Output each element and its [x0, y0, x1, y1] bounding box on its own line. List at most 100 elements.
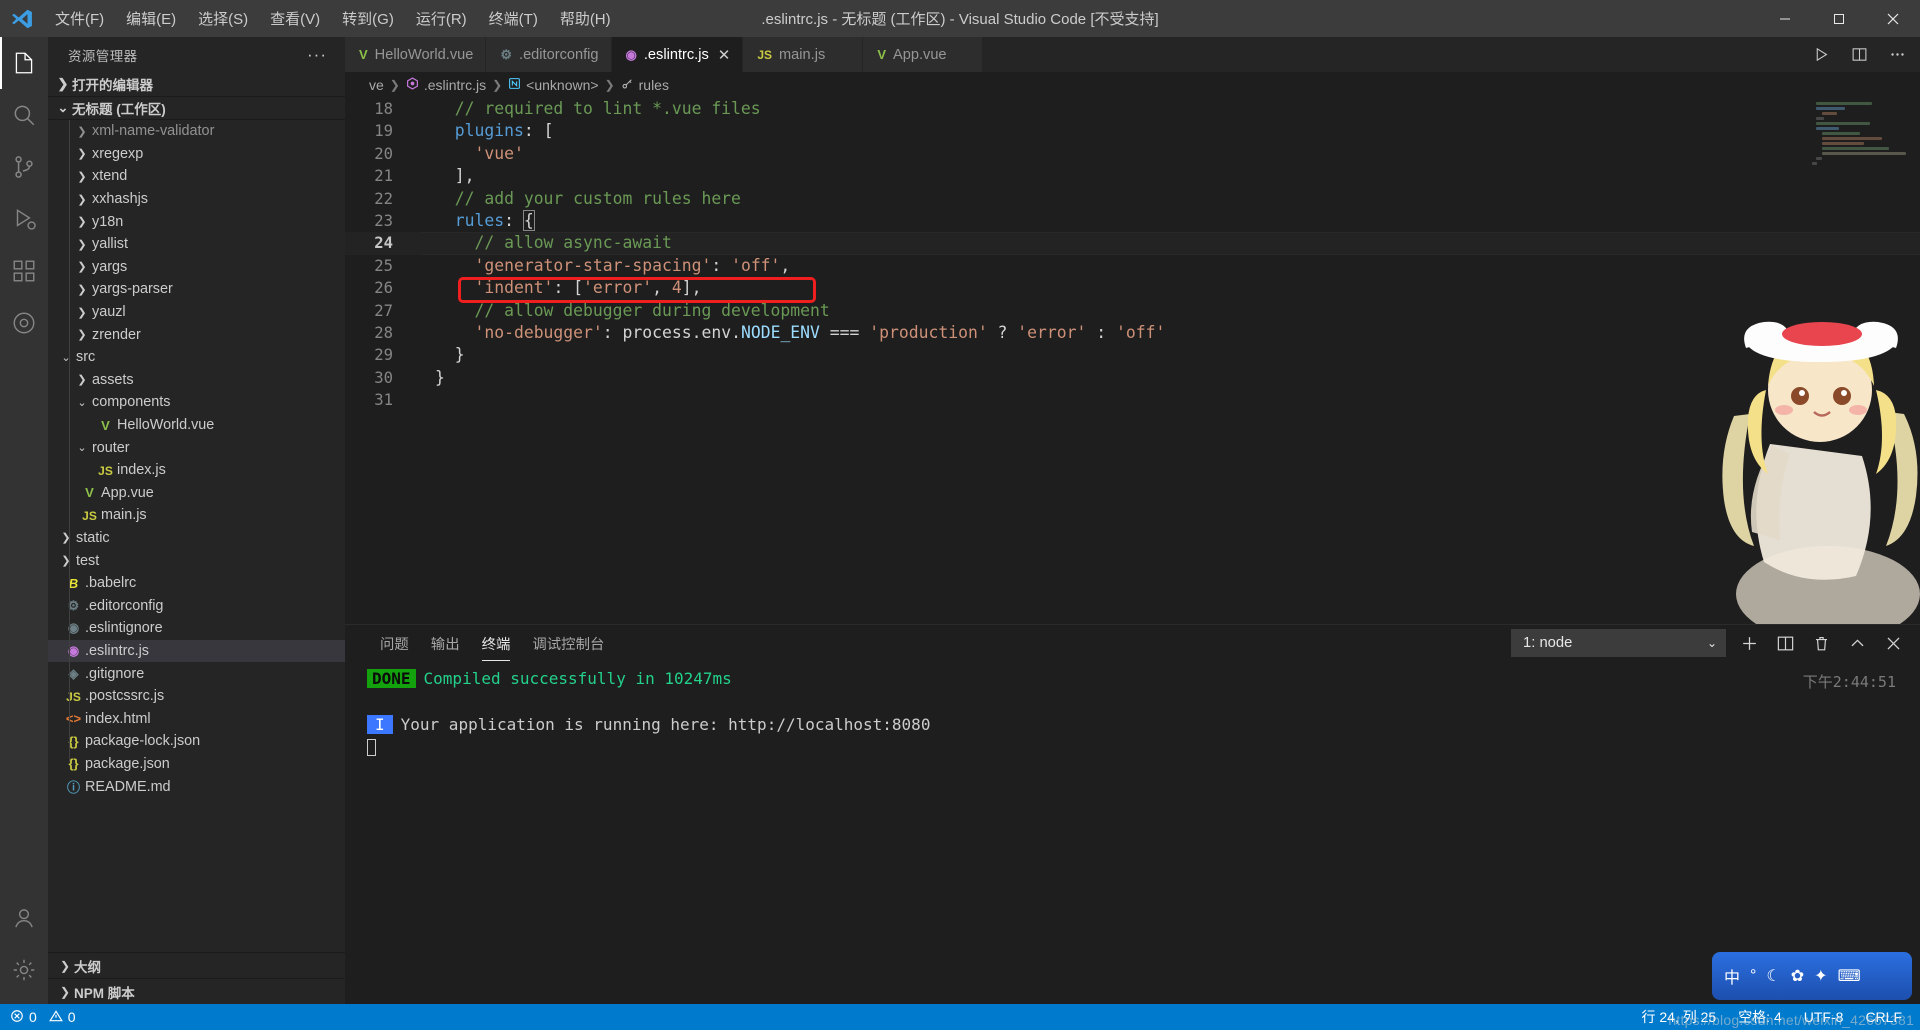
tree-folder-row[interactable]: ❯ yargs-parser	[48, 278, 345, 301]
tree-file-row[interactable]: JS index.js	[48, 459, 345, 482]
tree-folder-row[interactable]: ❯ xxhashjs	[48, 188, 345, 211]
tree-file-row[interactable]: ◉ .eslintignore	[48, 617, 345, 640]
tree-folder-row[interactable]: ❯ yauzl	[48, 301, 345, 324]
tree-folder-row[interactable]: ❯ static	[48, 527, 345, 550]
panel-tab-output[interactable]: 输出	[420, 633, 471, 661]
section-open-editors[interactable]: ❯ 打开的编辑器	[48, 72, 345, 96]
tree-file-row[interactable]: ⓘ README.md	[48, 775, 345, 798]
tree-folder-row[interactable]: ⌄ components	[48, 391, 345, 414]
code-line[interactable]: 25 'generator-star-spacing': 'off',	[345, 255, 1920, 277]
code-line[interactable]: 19 plugins: [	[345, 120, 1920, 142]
tree-folder-row[interactable]: ❯ yallist	[48, 233, 345, 256]
menu-bar[interactable]: 文件(F) 编辑(E) 选择(S) 查看(V) 转到(G) 运行(R) 终端(T…	[44, 0, 622, 37]
split-terminal-button[interactable]	[1772, 630, 1798, 656]
tree-folder-row[interactable]: ❯ test	[48, 549, 345, 572]
code-line[interactable]: 30}	[345, 367, 1920, 389]
code-line[interactable]: 24 // allow async-await	[345, 232, 1920, 256]
tree-file-row[interactable]: <> index.html	[48, 707, 345, 730]
menu-terminal[interactable]: 终端(T)	[478, 0, 549, 37]
account-icon[interactable]	[0, 892, 48, 944]
ime-language-bar[interactable]: 中 ° ☾ ✿ ✦ ⌨	[1712, 952, 1912, 1000]
panel-tab-terminal[interactable]: 终端	[471, 633, 522, 661]
tree-file-row[interactable]: JS main.js	[48, 504, 345, 527]
code-lines[interactable]: 18 // required to lint *.vue files 19 plu…	[345, 98, 1920, 624]
breadcrumb-item-folder[interactable]: ve	[369, 77, 384, 93]
ime-punctuation-icon[interactable]: °	[1750, 967, 1756, 985]
menu-file[interactable]: 文件(F)	[44, 0, 115, 37]
ime-keyboard-icon[interactable]: ⌨	[1838, 966, 1861, 986]
menu-view[interactable]: 查看(V)	[259, 0, 331, 37]
code-line[interactable]: 22 // add your custom rules here	[345, 188, 1920, 210]
tree-folder-row[interactable]: ⌄ router	[48, 436, 345, 459]
panel-tab-problems[interactable]: 问题	[369, 633, 420, 661]
editor-tab[interactable]: V HelloWorld.vue	[345, 37, 487, 72]
tree-folder-row[interactable]: ❯ xtend	[48, 165, 345, 188]
split-editor-icon[interactable]	[1848, 44, 1870, 66]
explorer-icon[interactable]	[0, 37, 48, 89]
extensions-icon[interactable]	[0, 245, 48, 297]
editor-tab[interactable]: ⚙ .editorconfig	[486, 37, 612, 72]
code-line[interactable]: 21 ],	[345, 165, 1920, 187]
tree-file-row[interactable]: ◉ .eslintrc.js	[48, 639, 345, 663]
breadcrumb-item-file[interactable]: .eslintrc.js	[406, 77, 486, 93]
tab-close-icon[interactable]: ✕	[718, 46, 731, 64]
ime-moon-icon[interactable]: ☾	[1766, 966, 1780, 986]
file-tree[interactable]: ❯ xml-name-validator ❯ xregexp ❯ xtend ❯ xxhash…	[48, 120, 345, 952]
tree-file-row[interactable]: JS .postcssrc.js	[48, 685, 345, 708]
test-beaker-icon[interactable]	[0, 297, 48, 349]
editor-tab[interactable]: ◉ .eslintrc.js ✕	[611, 37, 744, 72]
panel-tab-debug-console[interactable]: 调试控制台	[521, 633, 615, 661]
code-line[interactable]: 31	[345, 389, 1920, 411]
maximize-button[interactable]	[1812, 0, 1866, 37]
source-control-icon[interactable]	[0, 141, 48, 193]
code-line[interactable]: 20 'vue'	[345, 143, 1920, 165]
kill-terminal-button[interactable]	[1808, 630, 1834, 656]
tree-file-row[interactable]: ◈ .gitignore	[48, 662, 345, 685]
minimap[interactable]	[1810, 98, 1907, 624]
tree-folder-row[interactable]: ❯ yargs	[48, 256, 345, 279]
menu-edit[interactable]: 编辑(E)	[115, 0, 187, 37]
tree-folder-row[interactable]: ❯ y18n	[48, 210, 345, 233]
run-debug-icon[interactable]	[0, 193, 48, 245]
tree-file-row[interactable]: {} package-lock.json	[48, 730, 345, 753]
tree-folder-row[interactable]: ⌄ src	[48, 346, 345, 369]
ime-flower-icon[interactable]: ✿	[1791, 966, 1804, 986]
editor-actions[interactable]	[1810, 37, 1920, 72]
menu-run[interactable]: 运行(R)	[405, 0, 478, 37]
window-controls[interactable]	[1758, 0, 1920, 37]
status-problems[interactable]: 0 0	[10, 1009, 76, 1026]
code-line[interactable]: 23 rules: {	[345, 209, 1920, 232]
more-actions-icon[interactable]	[1886, 44, 1908, 66]
close-button[interactable]	[1866, 0, 1920, 37]
search-icon[interactable]	[0, 89, 48, 141]
editor-tab[interactable]: V App.vue	[863, 37, 984, 72]
ime-sparkle-icon[interactable]: ✦	[1814, 966, 1827, 986]
section-npm-scripts[interactable]: ❯ NPM 脚本	[48, 978, 345, 1004]
breadcrumb[interactable]: ve ❯ .eslintrc.js ❯ <unknown> ❯ rules	[345, 72, 1920, 98]
section-outline[interactable]: ❯ 大纲	[48, 952, 345, 978]
section-workspace[interactable]: ⌄ 无标题 (工作区)	[48, 96, 345, 120]
tree-folder-row[interactable]: ❯ xregexp	[48, 143, 345, 166]
code-line[interactable]: 26 'indent': ['error', 4],	[345, 277, 1920, 299]
minimize-button[interactable]	[1758, 0, 1812, 37]
terminal-output[interactable]: DONE Compiled successfully in 10247ms I Yo…	[345, 661, 1920, 1004]
menu-go[interactable]: 转到(G)	[331, 0, 405, 37]
editor-tabs[interactable]: V HelloWorld.vue ⚙ .editorconfig ◉ .eslintrc.…	[345, 37, 984, 72]
close-panel-button[interactable]	[1880, 630, 1906, 656]
tree-file-row[interactable]: B .babelrc	[48, 572, 345, 595]
run-code-icon[interactable]	[1810, 44, 1832, 66]
tree-folder-row[interactable]: ❯ xml-name-validator	[48, 120, 345, 143]
tree-folder-row[interactable]: ❯ zrender	[48, 323, 345, 346]
panel-actions[interactable]: 1: node ⌄	[1511, 629, 1906, 661]
tree-file-row[interactable]: V App.vue	[48, 482, 345, 505]
editor-tab[interactable]: JS main.js	[743, 37, 864, 72]
maximize-panel-button[interactable]	[1844, 630, 1870, 656]
breadcrumb-item-symbol-rules[interactable]: rules	[621, 77, 669, 93]
code-line[interactable]: 27 // allow debugger during development	[345, 300, 1920, 322]
ime-lang-label[interactable]: 中	[1724, 964, 1740, 988]
terminal-selector[interactable]: 1: node ⌄	[1511, 629, 1726, 657]
breadcrumb-item-symbol-unknown[interactable]: <unknown>	[508, 77, 599, 93]
code-line[interactable]: 18 // required to lint *.vue files	[345, 98, 1920, 120]
code-editor[interactable]: 18 // required to lint *.vue files 19 plu…	[345, 98, 1920, 624]
settings-gear-icon[interactable]	[0, 944, 48, 996]
